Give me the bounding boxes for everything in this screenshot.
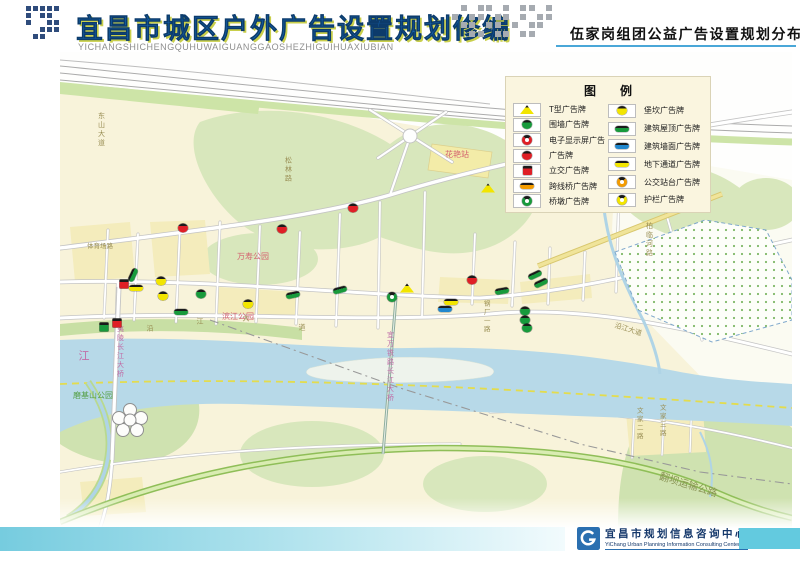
billboard-marker-bar-yellow bbox=[444, 299, 458, 305]
legend-item: 跨线桥广告牌 bbox=[513, 178, 608, 193]
legend-icon-box bbox=[608, 104, 636, 118]
legend-item-label: 地下通道广告牌 bbox=[644, 159, 700, 170]
legend-item-label: 电子显示屏广告 bbox=[549, 135, 605, 146]
sphere-green-icon bbox=[522, 120, 532, 129]
legend-item-label: 广告牌 bbox=[549, 150, 573, 161]
legend-item: 立交广告牌 bbox=[513, 163, 608, 178]
ring-green-icon bbox=[522, 196, 532, 206]
footer-gradient-bar bbox=[0, 527, 565, 551]
plan-sheet: 宜昌市城区户外广告设置规划修编 YICHANGSHICHENGQUHUWAIGU… bbox=[0, 0, 800, 566]
legend-icon-box bbox=[608, 122, 636, 136]
map-label: 大 bbox=[243, 316, 250, 323]
legend-item: 建筑墙面广告牌 bbox=[608, 138, 703, 156]
cube-red-icon bbox=[523, 166, 532, 175]
legend-item-label: 桥墩广告牌 bbox=[549, 196, 589, 207]
map-label: 宜万铁路长江大桥 bbox=[387, 331, 394, 403]
legend-icon-box bbox=[608, 157, 636, 171]
map-label: 万寿公园 bbox=[237, 253, 269, 261]
sphere-red-icon bbox=[522, 151, 532, 160]
bar-blue-icon bbox=[615, 143, 629, 149]
legend-icon-box bbox=[513, 133, 541, 147]
legend-column-1: T型广告牌围墙广告牌电子显示屏广告广告牌立交广告牌跨线桥广告牌桥墩广告牌 bbox=[513, 102, 608, 209]
billboard-marker-bar-green bbox=[174, 309, 188, 315]
ring-red-icon bbox=[522, 135, 532, 145]
billboard-marker-cube-green bbox=[100, 323, 109, 332]
legend-item: 护栏广告牌 bbox=[608, 191, 703, 209]
legend-icon-box bbox=[608, 139, 636, 153]
map-label: 松林路 bbox=[285, 157, 292, 184]
billboard-marker-cube-red bbox=[113, 319, 122, 328]
legend-item-label: T型广告牌 bbox=[549, 104, 586, 115]
map-label: 东山大道 bbox=[98, 112, 105, 148]
legend-column-2: 堡坎广告牌建筑屋顶广告牌建筑墙面广告牌地下通道广告牌公交站台广告牌护栏广告牌 bbox=[608, 102, 703, 209]
legend-item-label: 堡坎广告牌 bbox=[644, 105, 684, 116]
billboard-marker-sphere-yellow bbox=[158, 292, 168, 301]
legend-item: 建筑屋顶广告牌 bbox=[608, 120, 703, 138]
ring-yellow-icon bbox=[617, 195, 627, 205]
map-label: 沿 bbox=[147, 326, 154, 333]
legend-item: 桥墩广告牌 bbox=[513, 194, 608, 209]
billboard-marker-sphere-red bbox=[348, 204, 358, 213]
legend-item: 围墙广告牌 bbox=[513, 117, 608, 132]
billboard-marker-sphere-red bbox=[467, 276, 477, 285]
map-label: 江 bbox=[197, 319, 204, 326]
legend-icon-box bbox=[513, 179, 541, 193]
billboard-marker-bar-blue bbox=[438, 306, 452, 312]
legend-item-label: 公交站台广告牌 bbox=[644, 177, 700, 188]
legend-item: T型广告牌 bbox=[513, 102, 608, 117]
ring-orange-icon bbox=[617, 177, 627, 187]
billboard-marker-sphere-green bbox=[196, 290, 206, 299]
map-label: 柏临河路 bbox=[646, 222, 653, 258]
org-logo-block: 宜昌市规划信息咨询中心 YiChang Urban Planning Infor… bbox=[577, 526, 748, 550]
map-legend: 图 例 T型广告牌围墙广告牌电子显示屏广告广告牌立交广告牌跨线桥广告牌桥墩广告牌… bbox=[505, 76, 711, 213]
legend-icon-box bbox=[608, 193, 636, 207]
legend-title: 图 例 bbox=[513, 82, 703, 99]
bar-yellow-icon bbox=[615, 161, 629, 167]
map-label: 文家三路 bbox=[658, 404, 665, 438]
map-label: 花艳站 bbox=[445, 151, 469, 159]
footer-accent-block bbox=[739, 528, 800, 549]
billboard-marker-bar-yellow bbox=[129, 285, 143, 291]
legend-icon-box bbox=[513, 194, 541, 208]
legend-icon-box bbox=[513, 149, 541, 163]
map-label: 文家二路 bbox=[635, 407, 642, 441]
legend-icon-box bbox=[513, 118, 541, 132]
billboard-marker-sphere-red bbox=[178, 224, 188, 233]
billboard-marker-sphere-green bbox=[520, 307, 530, 316]
billboard-marker-cube-red bbox=[120, 280, 129, 289]
legend-item: 堡坎广告牌 bbox=[608, 102, 703, 120]
legend-item: 电子显示屏广告 bbox=[513, 133, 608, 148]
billboard-marker-sphere-green bbox=[522, 324, 532, 333]
org-name-en: YiChang Urban Planning Information Consu… bbox=[605, 542, 748, 548]
org-name-cn: 宜昌市规划信息咨询中心 bbox=[605, 526, 748, 541]
map-label: 钢厂一路 bbox=[482, 300, 489, 334]
billboard-marker-sphere-red bbox=[277, 225, 287, 234]
org-logo-icon bbox=[577, 527, 600, 550]
billboard-marker-ring-green bbox=[387, 292, 397, 302]
bar-orange-icon bbox=[520, 183, 534, 189]
bar-green-icon bbox=[615, 126, 629, 132]
legend-item-label: 建筑屋顶广告牌 bbox=[644, 123, 700, 134]
legend-item-label: 建筑墙面广告牌 bbox=[644, 141, 700, 152]
map-label: 磨基山公园 bbox=[73, 392, 113, 400]
map-label: 体育场路 bbox=[87, 244, 113, 251]
map-label: 夷陵长江大桥 bbox=[117, 325, 124, 379]
legend-icon-box bbox=[513, 164, 541, 178]
billboard-marker-sphere-yellow bbox=[156, 277, 166, 286]
map-label: 江 bbox=[79, 352, 90, 363]
legend-item-label: 立交广告牌 bbox=[549, 165, 589, 176]
legend-icon-box bbox=[608, 175, 636, 189]
sphere-yellow-icon bbox=[617, 106, 627, 115]
triangle-yellow-icon bbox=[520, 105, 534, 114]
legend-icon-box bbox=[513, 103, 541, 117]
legend-item: 广告牌 bbox=[513, 148, 608, 163]
legend-item-label: 围墙广告牌 bbox=[549, 119, 589, 130]
legend-item: 公交站台广告牌 bbox=[608, 173, 703, 191]
legend-item: 地下通道广告牌 bbox=[608, 155, 703, 173]
map-label: 道 bbox=[299, 325, 306, 332]
legend-item-label: 跨线桥广告牌 bbox=[549, 181, 597, 192]
legend-item-label: 护栏广告牌 bbox=[644, 194, 684, 205]
billboard-marker-sphere-yellow bbox=[243, 300, 253, 309]
map-canvas: 花艳站万寿公园滨江公园磨基山公园江夷陵长江大桥宜万铁路长江大桥翻坝运输公路沿江大… bbox=[0, 0, 800, 566]
